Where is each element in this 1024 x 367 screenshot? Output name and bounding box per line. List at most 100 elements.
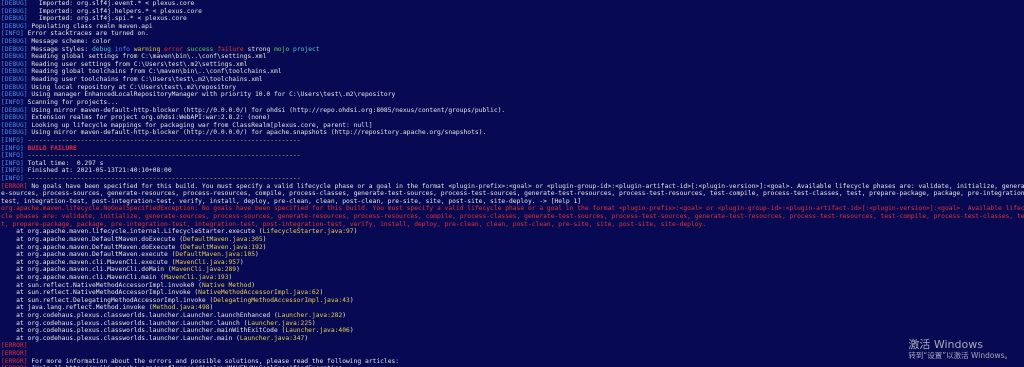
console-line: at org.apache.maven.DefaultMaven.doExecu… — [0, 244, 1024, 252]
console-line-segment: org.codehaus.plexus.classworlds.launcher… — [27, 334, 233, 342]
console-line-segment: [DEBUG] — [1, 106, 28, 114]
console-line-segment: strong — [247, 45, 271, 53]
console-line: at sun.reflect.NativeMethodAccessorImpl.… — [0, 282, 1024, 290]
console-line: [INFO] Finished at: 2021-05-13T21:40:10+… — [0, 167, 1024, 175]
console-line-segment: INFO — [4, 144, 20, 152]
console-line-segment: Method.java:498 — [152, 304, 210, 312]
console-line-segment: at — [1, 296, 28, 304]
console-line: [INFO] Scanning for projects... — [0, 99, 1024, 107]
console-line-segment: ----------------------------------------… — [27, 152, 301, 160]
console-line-segment: Error stacktraces are turned on. — [27, 30, 149, 38]
console-line: e-sources, process-sources, generate-res… — [0, 190, 1024, 198]
console-line-segment: ] — [19, 152, 28, 160]
console-line-segment: [DEBUG] — [1, 38, 28, 46]
console-line: [INFO] Error stacktraces are turned on. — [0, 30, 1024, 38]
console-line-segment: at — [1, 319, 28, 327]
console-line-segment: org.codehaus.plexus.classworlds.launcher… — [27, 327, 278, 335]
console-line: [DEBUG] Imported: org.slf4j.spi.* < plex… — [0, 15, 1024, 23]
console-line-segment: test, integration-test, post-integration… — [1, 197, 551, 205]
console-line-segment: INFO — [4, 159, 20, 167]
console-line-segment: LifecycleStarter.java:97 — [262, 228, 354, 236]
console-line-segment: cle phases are: validate, initialize, ge… — [1, 213, 1024, 221]
console-line-segment: ) — [311, 319, 316, 327]
console-line-segment: [DEBUG] — [1, 76, 28, 84]
console-window[interactable]: [DEBUG] Imported: org.slf4j.event.* < pl… — [0, 0, 1024, 367]
console-line: [DEBUG] Imported: org.slf4j.event.* < pl… — [0, 0, 1024, 8]
console-line-segment: warning — [133, 45, 161, 53]
console-line: [DEBUG] Using local repository at C:\Use… — [0, 84, 1024, 92]
console-line-segment: ) — [236, 266, 240, 274]
console-line: [DEBUG] Using mirror maven-default-http-… — [0, 107, 1024, 115]
watermark-title: 激活 Windows — [908, 338, 983, 351]
console-line-segment: org.apache.maven.DefaultMaven.doExecute — [27, 243, 176, 251]
console-line: [DEBUG] Message scheme: color — [0, 38, 1024, 46]
console-line: [ERROR] — [0, 350, 1024, 358]
console-line-segment: No goals have been specified for this bu… — [27, 182, 1024, 190]
console-line-segment: [ERROR] — [1, 182, 28, 190]
console-line-segment: Reading user toolchains from C:\Users\te… — [27, 76, 263, 84]
console-line-segment: Message styles: — [27, 45, 92, 53]
console-line-segment: Using mirror maven-default-http-blocker … — [27, 106, 506, 114]
console-line-segment: ( — [175, 243, 183, 251]
console-line-segment: [DEBUG] — [1, 91, 28, 99]
console-line-segment: ] — [19, 136, 28, 144]
console-line: [DEBUG] Populating class realm maven.api — [0, 23, 1024, 31]
console-line-segment: ----------------------------------------… — [27, 175, 301, 183]
console-line-segment: INFO — [4, 98, 20, 106]
console-line-segment: ) — [342, 311, 347, 319]
console-line: test, integration-test, post-integration… — [0, 198, 1024, 206]
console-line-segment: MavenCli.java:957 — [175, 258, 240, 266]
console-line-segment: [DEBUG] — [1, 83, 28, 91]
console-line-segment: [DEBUG] — [1, 60, 28, 68]
console-line-segment: org.apache.maven.cli.MavenCli.doMain — [27, 266, 165, 274]
console-line-segment: sun.reflect.NativeMethodAccessorImpl.inv… — [27, 289, 191, 297]
console-line-segment: ) — [304, 334, 309, 342]
console-line-segment: ) — [239, 258, 244, 266]
console-line-segment: Launcher.java:347 — [239, 334, 305, 342]
console-line-segment: ] — [19, 175, 28, 183]
console-line-segment: sun.reflect.DelegatingMethodAccessorImpl… — [27, 296, 206, 304]
console-line: [INFO] ---------------------------------… — [0, 152, 1024, 160]
console-line-segment: Using manager EnhancedLocalRepositoryMan… — [27, 91, 396, 99]
console-line-segment: Using mirror maven-default-http-blocker … — [27, 129, 487, 137]
console-line-segment: ) — [251, 281, 256, 289]
console-line-segment: Imported: org.slf4j.event.* < plexus.cor… — [27, 0, 195, 7]
console-line-segment: Total time: 0.297 s — [27, 159, 104, 167]
console-line-segment: at — [1, 311, 28, 319]
console-line-segment: For more information about the errors an… — [27, 357, 400, 365]
console-line-segment: at — [1, 273, 28, 281]
console-line-segment: [DEBUG] — [1, 121, 28, 129]
console-line-segment: MavenCli.java:289 — [171, 266, 237, 274]
console-line-segment: [DEBUG] — [1, 129, 28, 137]
console-line-segment: ( — [145, 304, 153, 312]
console-line-segment: [DEBUG] — [1, 0, 28, 7]
console-line-segment: ( — [255, 228, 263, 236]
console-line-segment: at — [1, 289, 28, 297]
console-line-segment: at — [1, 228, 28, 236]
console-line: [ERROR] — [0, 342, 1024, 350]
console-line-segment: ) — [349, 296, 354, 304]
console-line-segment: org.codehaus.plexus.classworlds.launcher… — [27, 311, 271, 319]
console-line-segment: DefaultMaven.java:192 — [183, 243, 263, 251]
console-line: at org.apache.maven.cli.MavenCli.doMain … — [0, 266, 1024, 274]
console-line-segment: at — [1, 281, 28, 289]
console-line-segment: [DEBUG] — [1, 68, 28, 76]
console-line: [INFO] ---------------------------------… — [0, 175, 1024, 183]
console-line-segment: Using local repository at C:\Users\test\… — [27, 83, 237, 91]
console-line-segment: at — [1, 243, 28, 251]
console-line-segment: success — [186, 45, 214, 53]
console-line-segment: debug — [92, 45, 111, 53]
console-line-segment: ( — [194, 281, 202, 289]
console-line: at org.codehaus.plexus.classworlds.launc… — [0, 327, 1024, 335]
console-line-segment: org.apache.maven.DefaultMaven.execute — [27, 251, 168, 259]
console-line: [DEBUG] Using mirror maven-default-http-… — [0, 129, 1024, 137]
console-line-segment: Scanning for projects... — [27, 98, 119, 106]
console-line-segment: BUILD FAILURE — [27, 144, 77, 152]
console-line-segment: ( — [156, 273, 165, 281]
console-line-segment: NativeMethodAccessorImpl.java:62 — [198, 289, 320, 297]
console-line-segment: org.apache.maven.lifecycle.NoGoalSpecifi… — [1, 205, 1024, 213]
console-line-segment: ) — [228, 273, 233, 281]
console-line: [DEBUG] Reading global toolchains from C… — [0, 68, 1024, 76]
console-line-segment: INFO — [4, 175, 20, 183]
console-line: [DEBUG] Reading user toolchains from C:\… — [0, 76, 1024, 84]
